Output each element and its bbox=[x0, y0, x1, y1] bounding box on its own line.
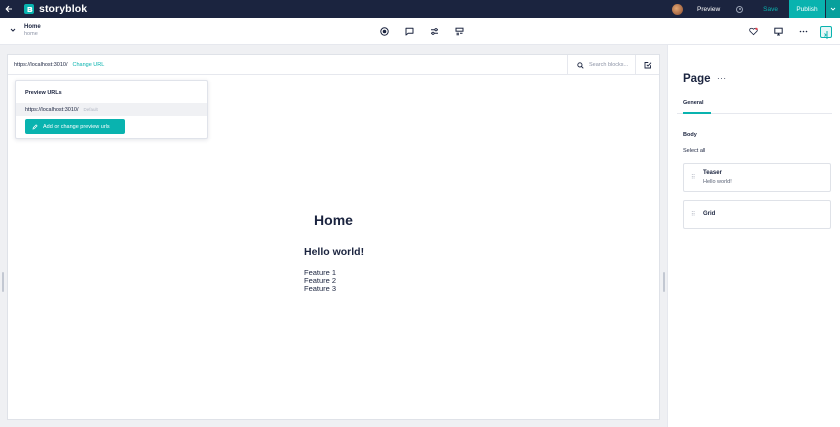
dropdown-title: Preview URLs bbox=[25, 90, 62, 96]
story-toolbar: Home home bbox=[0, 18, 840, 45]
preview-url[interactable]: https://localhost:3010/ bbox=[14, 62, 68, 68]
page-title: Page bbox=[683, 73, 711, 85]
story-slug: home bbox=[24, 31, 38, 37]
user-avatar[interactable] bbox=[672, 3, 684, 15]
more-icon[interactable] bbox=[799, 27, 808, 36]
search-placeholder: Search blocks... bbox=[589, 62, 629, 68]
drag-handle-icon[interactable]: ⠿ bbox=[691, 174, 695, 181]
side-panel-toggle-icon[interactable] bbox=[820, 25, 832, 39]
search-icon bbox=[577, 61, 584, 69]
pencil-icon bbox=[32, 123, 38, 129]
target-icon[interactable] bbox=[380, 27, 389, 36]
layout-icon[interactable] bbox=[455, 27, 464, 36]
search-blocks-input[interactable]: Search blocks... bbox=[567, 55, 635, 75]
status-icon[interactable] bbox=[736, 5, 744, 13]
story-breadcrumb[interactable]: Home home bbox=[24, 24, 41, 38]
preview-button[interactable]: Preview bbox=[697, 6, 720, 13]
left-resize-handle[interactable] bbox=[2, 272, 4, 292]
monitor-icon[interactable] bbox=[774, 27, 783, 36]
sidebar-tabs: General bbox=[677, 100, 832, 114]
preview-area: https://localhost:3010/ Change URL Searc… bbox=[0, 45, 668, 427]
top-bar: storyblok Preview Save Publish bbox=[0, 0, 840, 18]
default-badge: Default bbox=[83, 107, 98, 112]
chevron-down-icon[interactable] bbox=[10, 27, 18, 35]
story-name: Home bbox=[24, 24, 41, 30]
sliders-icon[interactable] bbox=[430, 27, 439, 36]
drag-handle-icon[interactable]: ⠿ bbox=[691, 211, 695, 218]
content-title: Home bbox=[314, 212, 353, 228]
publish-button[interactable]: Publish bbox=[789, 0, 825, 18]
body-field-label: Body bbox=[683, 132, 697, 138]
right-resize-handle[interactable] bbox=[663, 272, 665, 292]
preview-url-bar: https://localhost:3010/ Change URL Searc… bbox=[8, 55, 659, 75]
brand-name: storyblok bbox=[39, 3, 88, 15]
back-arrow-icon[interactable] bbox=[0, 0, 18, 18]
page-more-icon[interactable]: ··· bbox=[717, 74, 727, 83]
block-subtitle: Hello world! bbox=[703, 179, 732, 185]
publish-options-chevron-icon[interactable] bbox=[825, 0, 840, 18]
preview-urls-dropdown: Preview URLs https://localhost:3010/ Def… bbox=[15, 80, 208, 139]
block-name: Grid bbox=[703, 211, 716, 217]
add-preview-urls-label: Add or change preview urls bbox=[43, 123, 110, 130]
tab-general[interactable]: General bbox=[683, 100, 711, 114]
add-preview-urls-button[interactable]: Add or change preview urls bbox=[25, 119, 125, 134]
preview-frame: https://localhost:3010/ Change URL Searc… bbox=[7, 54, 660, 420]
storyblok-logo-icon bbox=[24, 4, 34, 14]
publish-label: Publish bbox=[796, 5, 818, 13]
block-item-grid[interactable]: ⠿ Grid bbox=[683, 200, 831, 229]
preview-url-option-label: https://localhost:3010/ bbox=[25, 106, 79, 113]
content-heading: Hello world! bbox=[304, 246, 365, 258]
heart-icon[interactable] bbox=[749, 27, 758, 36]
comment-icon[interactable] bbox=[405, 27, 414, 36]
block-item-teaser[interactable]: ⠿ Teaser Hello world! bbox=[683, 163, 831, 192]
save-button[interactable]: Save bbox=[763, 6, 778, 13]
select-mode-icon[interactable] bbox=[635, 55, 659, 75]
change-url-link[interactable]: Change URL bbox=[73, 62, 105, 68]
preview-url-option[interactable]: https://localhost:3010/ Default bbox=[16, 103, 207, 116]
feature-item: Feature 3 bbox=[304, 284, 337, 293]
select-all-link[interactable]: Select all bbox=[683, 148, 705, 154]
block-name: Teaser bbox=[703, 170, 722, 176]
content-sidebar: Page ··· General Body Select all ⠿ Tease… bbox=[669, 45, 840, 427]
storyblok-logo[interactable]: storyblok bbox=[24, 3, 87, 15]
